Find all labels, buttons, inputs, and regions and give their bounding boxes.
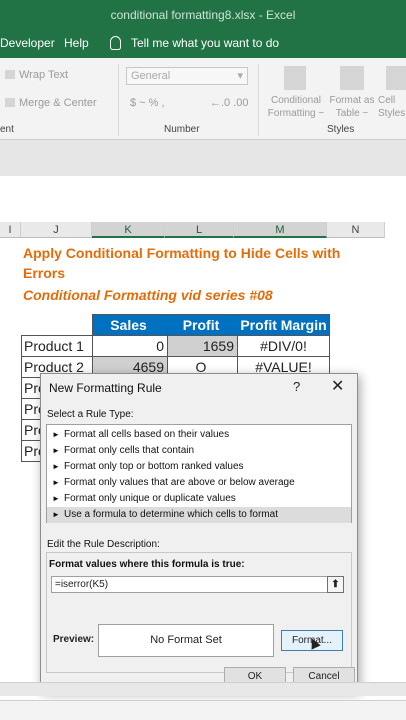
sales-cell[interactable]: 0 [92,335,168,357]
chevron-down-icon: ▾ [237,70,243,82]
preview-label: Preview: [53,634,95,645]
arrow-right-icon: ► [52,430,60,439]
new-formatting-rule-dialog: New Formatting Rule ? ✕ Select a Rule Ty… [40,373,358,691]
arrow-right-icon: ► [52,510,60,519]
merge-center-button[interactable]: Merge & Center [19,97,97,109]
wrap-text-button[interactable]: Wrap Text [19,69,68,81]
alignment-group-label: ent [0,124,14,135]
close-icon[interactable]: ✕ [331,376,344,396]
lightbulb-icon [110,36,121,50]
number-format-buttons[interactable]: $ ~ % , [130,97,165,109]
formula-bar-area [0,140,406,176]
rule-type-item[interactable]: ► Format all cells based on their values [47,427,351,443]
format-as-table-button[interactable]: Format as Table ~ [326,94,378,120]
edit-description-label: Edit the Rule Description: [47,539,160,550]
number-format-value: General [131,70,171,82]
cell-styles-icon [386,66,406,90]
select-rule-type-label: Select a Rule Type: [47,409,134,420]
column-header-m[interactable]: M [234,222,327,238]
sheet-heading[interactable]: Apply Conditional Formatting to Hide Cel… [23,243,363,283]
arrow-right-icon: ► [52,462,60,471]
margin-cell[interactable]: #DIV/0! [237,335,330,357]
conditional-formatting-icon [284,66,306,90]
ribbon: Wrap Text Merge & Center ent General ▾ $… [0,58,406,140]
menu-developer[interactable]: Developer [0,36,55,50]
column-header-n[interactable]: N [327,222,385,238]
preview-box: No Format Set [98,624,274,657]
rule-type-list: ► Format all cells based on their values … [46,424,352,523]
cell-styles-button[interactable]: Cell Styles [378,94,406,120]
decimal-buttons[interactable]: ←.0 .00 [210,97,249,109]
conditional-formatting-button[interactable]: Conditional Formatting ~ [266,94,326,120]
menu-bar: Developer Help Tell me what you want to … [0,30,406,58]
column-header-k[interactable]: K [92,222,165,238]
formula-input[interactable]: =iserror(K5) [51,576,334,593]
rule-type-item-selected[interactable]: ► Use a formula to determine which cells … [47,507,351,523]
ribbon-divider [258,64,259,136]
table-row: Product 1 0 1659 #DIV/0! [21,335,330,357]
column-header-j[interactable]: J [21,222,92,238]
table-header-row: Sales Profit Profit Margin [22,314,330,336]
upload-arrow-icon: ⬆ [331,579,340,590]
styles-group-label: Styles [327,124,355,135]
rule-type-item[interactable]: ► Format only cells that contain [47,443,351,459]
wrap-text-icon [5,70,15,79]
arrow-right-icon: ► [52,494,60,503]
menu-help[interactable]: Help [64,36,89,50]
number-group-label: Number [164,124,200,135]
header-profit-margin[interactable]: Profit Margin [237,314,330,336]
collapse-dialog-button[interactable]: ⬆ [327,576,344,593]
sheet-subheading[interactable]: Conditional Formatting vid series #08 [23,287,273,303]
rule-type-item[interactable]: ► Format only top or bottom ranked values [47,459,351,475]
column-header-i[interactable]: I [0,222,21,238]
dialog-title: New Formatting Rule [49,381,162,395]
header-profit[interactable]: Profit [167,314,238,336]
empty-cell[interactable] [22,315,93,336]
window-title: conditional formatting8.xlsx - Excel [0,0,406,30]
column-header-l[interactable]: L [165,222,234,238]
rule-type-item[interactable]: ► Format only unique or duplicate values [47,491,351,507]
rule-type-item[interactable]: ► Format only values that are above or be… [47,475,351,491]
profit-cell[interactable]: 1659 [167,335,238,357]
header-sales[interactable]: Sales [92,314,168,336]
product-cell[interactable]: Product 1 [21,335,93,357]
status-bar [0,700,406,720]
ribbon-divider [118,64,119,136]
arrow-right-icon: ► [52,478,60,487]
formula-label: Format values where this formula is true… [49,559,245,570]
tell-me-search[interactable]: Tell me what you want to do [131,36,279,50]
help-icon[interactable]: ? [293,379,300,394]
arrow-right-icon: ► [52,446,60,455]
horizontal-scrollbar[interactable] [0,682,406,696]
format-as-table-icon [340,66,364,90]
merge-center-icon [5,98,15,107]
number-format-select[interactable]: General ▾ [126,67,248,85]
